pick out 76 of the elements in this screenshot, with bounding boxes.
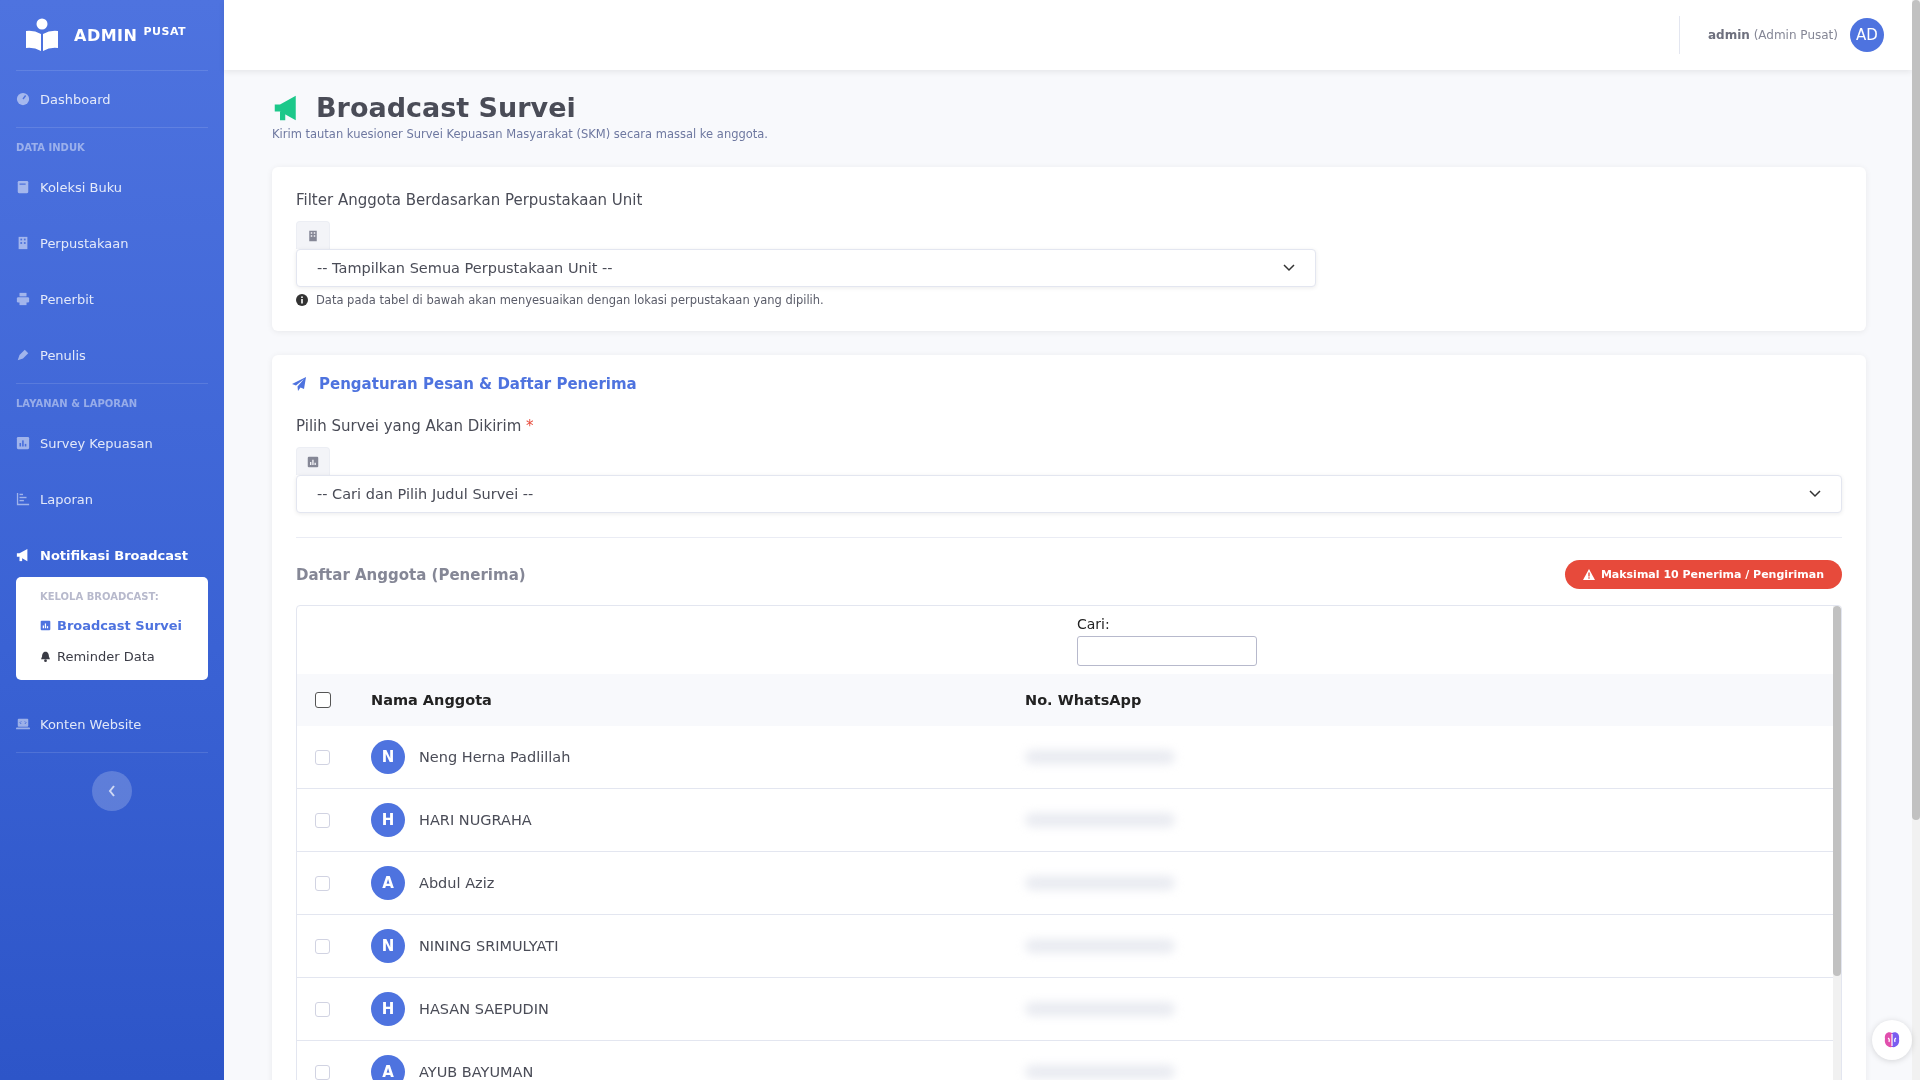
info-icon [296,294,308,306]
chart-icon [307,455,319,468]
field-label: Pilih Survei yang Akan Dikirim [296,417,522,435]
pen-icon [16,348,30,362]
member-name: AYUB BAYUMAN [419,1064,534,1080]
row-checkbox[interactable] [315,875,330,891]
section-title: Daftar Anggota (Penerima) [296,565,526,584]
warning-icon [1582,569,1595,580]
scrollbar-thumb[interactable] [1912,0,1920,820]
initial-avatar: A [371,1055,405,1080]
chart-icon [16,436,30,450]
sidebar-item[interactable]: Konten Website [16,696,208,753]
row-checkbox[interactable] [315,749,330,765]
paper-plane-icon [291,376,307,392]
column-header: Nama Anggota [371,692,492,708]
section-heading: DATA INDUK [16,127,208,159]
survey-select[interactable]: -- Cari dan Pilih Judul Survei -- [296,475,1842,513]
bell-icon [40,651,51,662]
scrollbar-thumb[interactable] [1833,606,1841,976]
row-checkbox[interactable] [315,1001,330,1017]
select-all-checkbox[interactable] [315,692,331,708]
member-name: Neng Herna Padlillah [419,749,571,765]
member-name: HARI NUGRAHA [419,812,532,828]
sidebar-item[interactable]: Dashboard [16,71,208,127]
collapse-button[interactable] [92,771,132,811]
section-title: Pengaturan Pesan & Daftar Penerima [319,375,637,393]
chevron-down-icon [1283,264,1295,272]
book-icon [16,180,30,194]
submenu-item[interactable]: Reminder Data [16,641,208,672]
field-label: Filter Anggota Berdasarkan Perpustakaan Unit [296,191,644,209]
submenu-item[interactable]: Broadcast Survei [16,610,208,641]
page-subtitle: Kirim tautan kuesioner Survei Kepuasan Masyarakat (SKM) secara massal ke anggota. [272,127,770,141]
initial-avatar: N [371,929,405,963]
row-checkbox[interactable] [315,938,330,954]
sidebar-item[interactable]: Penerbit [16,271,208,327]
submenu-heading: KELOLA BROADCAST: [39,590,160,604]
member-name: NINING SRIMULYATI [419,938,559,954]
warning-badge: Maksimal 10 Penerima / Pengiriman [1564,560,1842,589]
member-name: Abdul Aziz [419,875,495,891]
library-select[interactable]: -- Tampilkan Semua Perpustakaan Unit -- [296,249,1316,287]
chevron-down-icon [1809,490,1821,498]
sidebar-item[interactable]: Penulis [16,327,208,383]
initial-avatar: H [371,803,405,837]
printer-icon [16,292,30,306]
user-name: admin (Admin Pusat) [1707,28,1838,42]
help-text: Data pada tabel di bawah akan menyesuaikan dengan lokasi perpustakaan yang dipilih. [316,293,824,307]
sidebar-item[interactable]: Perpustakaan [16,215,208,271]
initial-avatar: H [371,992,405,1026]
chart-line-icon [16,492,30,506]
floating-button[interactable] [1872,1020,1912,1060]
row-checkbox[interactable] [315,1064,330,1080]
laptop-icon [16,717,30,731]
gauge-icon [16,92,30,106]
building-icon [307,229,319,242]
sidebar-item[interactable]: Survey Kepuasan [16,415,208,471]
column-header: No. WhatsApp [1025,692,1142,708]
member-name: HASAN SAEPUDIN [419,1001,549,1017]
sidebar-item[interactable]: Laporan [16,471,208,527]
initial-avatar: A [371,866,405,900]
building-icon [16,236,30,250]
page-title: Broadcast Survei [316,92,576,123]
brain-icon [1882,1030,1902,1050]
chevron-left-icon [108,785,116,797]
section-heading: LAYANAN & LAPORAN [16,383,208,415]
search-label: Cari: [1077,616,1111,632]
sidebar-item[interactable]: Notifikasi Broadcast [16,527,208,583]
reader-logo-icon [24,17,60,53]
chart-icon [40,620,51,631]
required-mark: * [526,417,534,435]
search-field[interactable] [1077,636,1257,666]
brand-title: ADMIN $^{PUSAT}$ [74,24,187,46]
initial-avatar: N [371,740,405,774]
megaphone-icon [16,548,30,562]
row-checkbox[interactable] [315,812,330,828]
sidebar-item[interactable]: Koleksi Buku [16,159,208,215]
user-avatar[interactable]: AD [1850,18,1884,52]
